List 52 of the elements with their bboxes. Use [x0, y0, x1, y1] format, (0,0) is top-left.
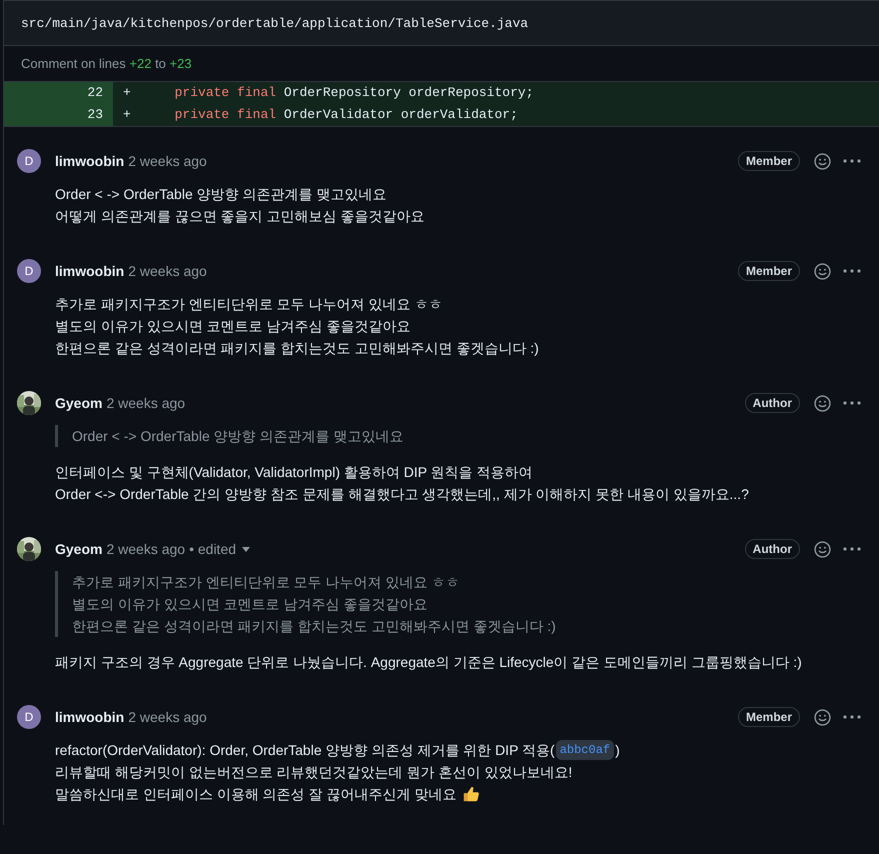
author-name[interactable]: limwoobin	[55, 153, 124, 169]
author-name[interactable]: limwoobin	[55, 263, 124, 279]
comment-text: 말씀하신대로 인터페이스 이용해 의존성 잘 끊어내주신게 맞네요	[55, 785, 456, 804]
edited-menu[interactable]: • edited	[189, 541, 250, 557]
quote-text: 한편으론 같은 성격이라면 패키지를 합치는것도 고민해봐주시면 좋겟습니다 :)	[72, 617, 557, 636]
quote-text: Order < -> OrderTable 양방향 의존관계를 맺고있네요	[72, 427, 404, 446]
thumbs-up-icon	[462, 785, 480, 803]
role-badge: Member	[738, 707, 800, 727]
role-badge: Author	[744, 393, 800, 413]
role-badge: Member	[738, 151, 800, 171]
file-path[interactable]: src/main/java/kitchenpos/ordertable/application/TableService.java	[21, 16, 528, 30]
role-badge: Author	[744, 539, 800, 559]
comment-text: 별도의 이유가 있으시면 코멘트로 남겨주심 좋을것같아요	[55, 317, 412, 336]
timestamp[interactable]: 2 weeks ago	[128, 709, 207, 725]
comment-range-text: Comment on lines +22 to +23	[20, 55, 193, 73]
timestamp[interactable]: 2 weeks ago	[106, 395, 186, 411]
comment-text: 한편으론 같은 성격이라면 패키지를 합치는것도 고민해봐주시면 좋겟습니다 :)	[55, 339, 540, 358]
quote-text: 별도의 이유가 있으시면 코멘트로 남겨주심 좋을것같아요	[72, 595, 428, 614]
comment-text: 어떻게 의존관계를 끊으면 좋을지 고민해보심 좋을것같아요	[55, 207, 426, 226]
smiley-icon[interactable]	[814, 262, 831, 280]
comment-text: Order < -> OrderTable 양방향 의존관계를 맺고있네요	[55, 185, 388, 204]
timestamp[interactable]: 2 weeks ago	[128, 153, 207, 169]
line-number: 23	[4, 104, 113, 126]
author-name[interactable]: Gyeom	[55, 395, 102, 411]
more-icon[interactable]	[843, 715, 861, 719]
smiley-icon[interactable]	[814, 540, 831, 558]
comment-text: 패키지 구조의 경우 Aggregate 단위로 나눴습니다. Aggregate의 기준은 Lifecycle이 같은 도메인들끼리 그룹핑했습니다 :)	[55, 653, 803, 672]
avatar[interactable]: D	[17, 149, 41, 173]
timestamp[interactable]: 2 weeks ago	[106, 541, 186, 557]
more-icon[interactable]	[843, 401, 861, 405]
avatar[interactable]: D	[17, 259, 41, 283]
role-badge: Member	[738, 261, 800, 281]
line-number: 22	[4, 82, 113, 104]
commit-link[interactable]: abbc0af	[556, 740, 614, 760]
author-name[interactable]: Gyeom	[55, 541, 102, 557]
comment-text: )	[615, 741, 620, 760]
comment-text: refactor(OrderValidator): Order, OrderTable 양방향 의존성 제거를 위한 DIP 적용(	[55, 741, 555, 760]
caret-icon	[242, 546, 250, 552]
avatar[interactable]: D	[17, 705, 41, 729]
comment-text: 리뷰할때 해당커밋이 없는버전으로 리뷰했던것같았는데 뭔가 혼선이 있었나보네요!	[55, 763, 574, 782]
smiley-icon[interactable]	[814, 708, 831, 726]
smiley-icon[interactable]	[814, 152, 831, 170]
timestamp[interactable]: 2 weeks ago	[128, 263, 207, 279]
comment-text: 인터페이스 및 구현체(Validator, ValidatorImpl) 활용하여 DIP 원칙을 적용하여	[55, 463, 534, 482]
comment-text: Order <-> OrderTable 간의 양방향 참조 문제를 해결했다고 생각했는데,, 제가 이해하지 못한 내용이 있을까요...?	[55, 485, 750, 504]
comment-text: 추가로 패키지구조가 엔티티단위로 모두 나누어져 있네요 ㅎㅎ	[55, 295, 444, 314]
author-name[interactable]: limwoobin	[55, 709, 124, 725]
more-icon[interactable]	[843, 269, 861, 273]
smiley-icon[interactable]	[814, 394, 831, 412]
quote-text: 추가로 패키지구조가 엔티티단위로 모두 나누어져 있네요 ㅎㅎ	[72, 573, 460, 592]
more-icon[interactable]	[843, 159, 861, 163]
more-icon[interactable]	[843, 547, 861, 551]
